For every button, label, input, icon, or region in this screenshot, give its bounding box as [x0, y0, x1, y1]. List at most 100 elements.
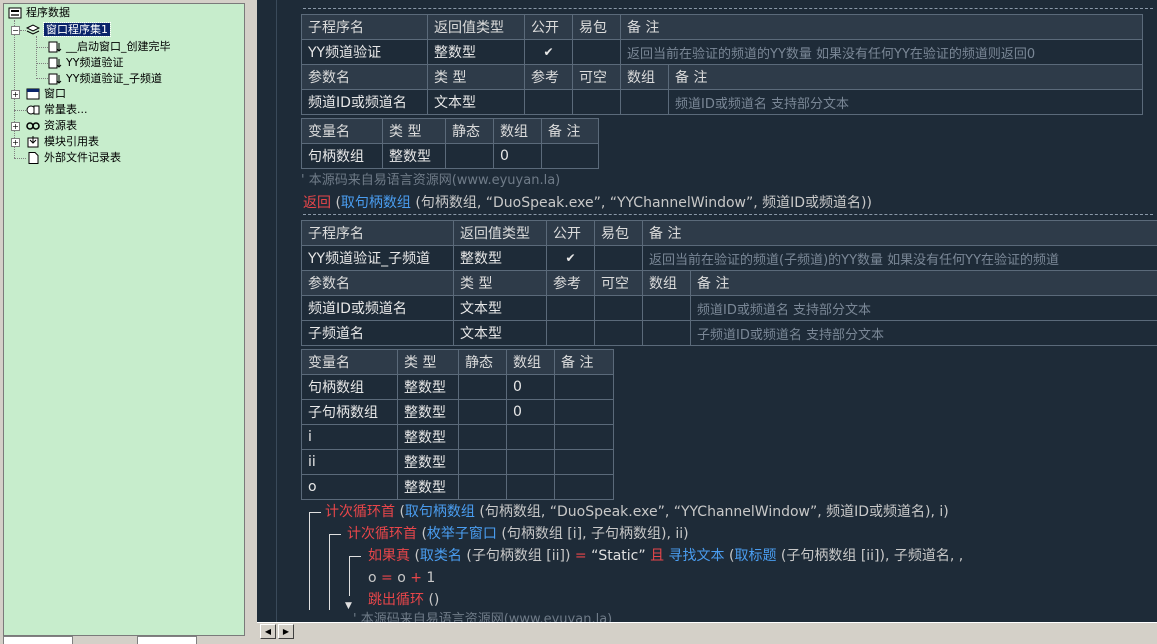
- tree-item-sub[interactable]: YY频道验证: [48, 55, 123, 71]
- tree-item-window[interactable]: 窗口: [26, 86, 66, 102]
- tree-item-resources[interactable]: 资源表: [26, 118, 77, 134]
- panel-tab[interactable]: [137, 636, 197, 644]
- sub-name-cell[interactable]: YY频道验证: [301, 39, 428, 65]
- code-args: (子句柄数组 [ii]): [461, 548, 575, 564]
- tree-item-constants[interactable]: 常量表...: [26, 102, 88, 118]
- var-array-cell[interactable]: [506, 449, 555, 475]
- param-name-cell[interactable]: 频道ID或频道名: [301, 89, 428, 115]
- var-name-cell[interactable]: ii: [301, 449, 398, 475]
- col-type: 类 型: [453, 270, 547, 296]
- var-note-cell[interactable]: [554, 374, 614, 400]
- horizontal-scrollbar[interactable]: ◀ ▶: [257, 622, 1157, 639]
- var-name-cell[interactable]: 句柄数组: [301, 143, 383, 169]
- tree-root[interactable]: 程序数据: [8, 5, 70, 21]
- param-type-cell[interactable]: 文本型: [453, 320, 547, 346]
- var-note-cell[interactable]: [554, 424, 614, 450]
- param-type-cell[interactable]: 文本型: [427, 89, 525, 115]
- param-optional-cell[interactable]: [594, 295, 643, 321]
- var-name-cell[interactable]: o: [301, 474, 398, 500]
- var-type-cell[interactable]: 整数型: [397, 424, 459, 450]
- sub-table: 子程序名 返回值类型 公开 易包 备 注 YY频道验证 整数型 ✔ 返回当前在验…: [301, 14, 1143, 65]
- param-note-cell[interactable]: 频道ID或频道名 支持部分文本: [690, 295, 1157, 321]
- scroll-right-icon[interactable]: ▶: [278, 624, 294, 639]
- panel-tab[interactable]: [3, 636, 73, 644]
- collapse-toggle-program-set[interactable]: −: [11, 26, 20, 35]
- param-array-cell[interactable]: [642, 295, 691, 321]
- var-name-cell[interactable]: 子句柄数组: [301, 399, 398, 425]
- param-name-cell[interactable]: 频道ID或频道名: [301, 295, 454, 321]
- var-static-cell[interactable]: [458, 399, 507, 425]
- var-static-cell[interactable]: [458, 474, 507, 500]
- code-text: (: [410, 548, 420, 564]
- code-comment[interactable]: ' 本源码来自易语言资源网(www.eyuyan.la): [353, 610, 612, 622]
- tree-item-external-files[interactable]: 外部文件记录表: [26, 150, 121, 166]
- var-note-cell[interactable]: [554, 399, 614, 425]
- var-static-cell[interactable]: [458, 424, 507, 450]
- var-static-cell[interactable]: [458, 449, 507, 475]
- col-static: 静态: [458, 349, 507, 375]
- code-line-assign[interactable]: o = o + 1: [368, 568, 435, 588]
- var-array-cell[interactable]: 0: [506, 374, 555, 400]
- var-array-cell[interactable]: 0: [493, 143, 542, 169]
- code-line-loop[interactable]: 计次循环首 (枚举子窗口 (句柄数组 [i], 子句柄数组), ii): [347, 524, 689, 544]
- var-array-cell[interactable]: 0: [506, 399, 555, 425]
- code-line-loop[interactable]: 计次循环首 (取句柄数组 (句柄数组, “DuoSpeak.exe”, “YYC…: [325, 502, 949, 522]
- string-literal: “Static”: [586, 548, 651, 564]
- var-note-cell[interactable]: [554, 449, 614, 475]
- tree-item-sub[interactable]: __启动窗口_创建完毕: [48, 39, 171, 55]
- sub-note-cell[interactable]: 返回当前在验证的频道的YY数量 如果没有任何YY在验证的频道则返回0: [620, 39, 1143, 65]
- param-note-cell[interactable]: 频道ID或频道名 支持部分文本: [668, 89, 1143, 115]
- var-static-cell[interactable]: [445, 143, 494, 169]
- code-line-break[interactable]: 跳出循环 (): [368, 590, 439, 610]
- var-type-cell[interactable]: 整数型: [397, 449, 459, 475]
- expand-toggle-resources[interactable]: +: [11, 122, 20, 131]
- var-array-cell[interactable]: [506, 424, 555, 450]
- param-type-cell[interactable]: 文本型: [453, 295, 547, 321]
- scroll-left-icon[interactable]: ◀: [260, 624, 276, 639]
- param-ref-cell[interactable]: [546, 320, 595, 346]
- var-type-cell[interactable]: 整数型: [382, 143, 446, 169]
- param-optional-cell[interactable]: [594, 320, 643, 346]
- code-comment[interactable]: ' 本源码来自易语言资源网(www.eyuyan.la): [301, 171, 560, 191]
- return-type-cell[interactable]: 整数型: [453, 245, 547, 271]
- param-array-cell[interactable]: [642, 320, 691, 346]
- var-name-cell[interactable]: i: [301, 424, 398, 450]
- col-ref: 参考: [524, 64, 573, 90]
- param-note-cell[interactable]: 子频道ID或频道名 支持部分文本: [690, 320, 1157, 346]
- program-data-icon: [8, 7, 22, 19]
- var-note-cell[interactable]: [541, 143, 599, 169]
- param-name-cell[interactable]: 子频道名: [301, 320, 454, 346]
- param-ref-cell[interactable]: [546, 295, 595, 321]
- operator: =: [381, 570, 393, 586]
- tree-item-program-set[interactable]: 窗口程序集1: [26, 22, 111, 38]
- public-check-icon[interactable]: ✔: [524, 39, 573, 65]
- tree-item-module-refs[interactable]: 模块引用表: [26, 134, 99, 150]
- code-line-return[interactable]: 返回 (取句柄数组 (句柄数组, “DuoSpeak.exe”, “YYChan…: [303, 193, 872, 213]
- code-text: (: [331, 195, 341, 211]
- param-optional-cell[interactable]: [572, 89, 621, 115]
- var-type-cell[interactable]: 整数型: [397, 474, 459, 500]
- public-check-icon[interactable]: ✔: [546, 245, 595, 271]
- var-type-cell[interactable]: 整数型: [397, 374, 459, 400]
- code-editor[interactable]: 子程序名 返回值类型 公开 易包 备 注 YY频道验证 整数型 ✔ 返回当前在验…: [257, 0, 1157, 622]
- easy-pack-cell[interactable]: [594, 245, 643, 271]
- return-type-cell[interactable]: 整数型: [427, 39, 525, 65]
- var-type-cell[interactable]: 整数型: [397, 399, 459, 425]
- param-ref-cell[interactable]: [524, 89, 573, 115]
- panel-splitter[interactable]: [245, 0, 257, 644]
- project-tree-panel[interactable]: 程序数据 − 窗口程序集1 __启动窗口_创建完毕 YY频道验证 YY频道验证_…: [3, 3, 245, 636]
- var-array-cell[interactable]: [506, 474, 555, 500]
- sub-note-cell[interactable]: 返回当前在验证的频道(子频道)的YY数量 如果没有任何YY在验证的频道: [642, 245, 1157, 271]
- expand-toggle-module-refs[interactable]: +: [11, 138, 20, 147]
- easy-pack-cell[interactable]: [572, 39, 621, 65]
- var-name-cell[interactable]: 句柄数组: [301, 374, 398, 400]
- sub-name-cell[interactable]: YY频道验证_子频道: [301, 245, 454, 271]
- param-array-cell[interactable]: [620, 89, 669, 115]
- var-note-cell[interactable]: [554, 474, 614, 500]
- sub-table: 子程序名 返回值类型 公开 易包 备 注 YY频道验证_子频道 整数型 ✔ 返回…: [301, 220, 1157, 271]
- code-line-if[interactable]: 如果真 (取类名 (子句柄数组 [ii]) = “Static” 且 寻找文本 …: [368, 546, 963, 566]
- expand-toggle-window[interactable]: +: [11, 90, 20, 99]
- var-static-cell[interactable]: [458, 374, 507, 400]
- table-row: 频道ID或频道名 文本型 频道ID或频道名 支持部分文本: [301, 89, 1143, 115]
- tree-item-sub[interactable]: YY频道验证_子频道: [48, 71, 162, 87]
